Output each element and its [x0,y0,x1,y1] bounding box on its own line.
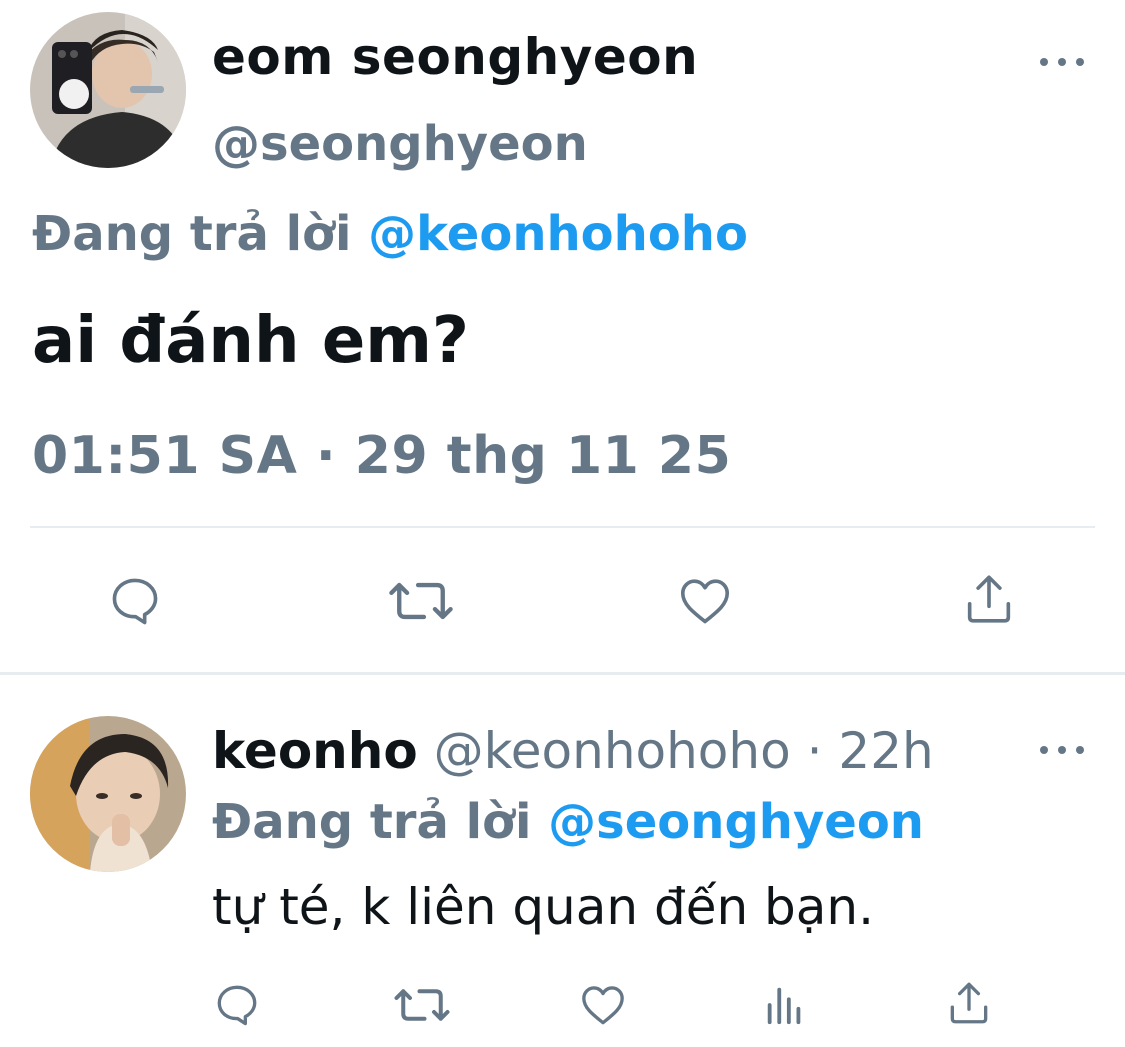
share-icon[interactable] [944,978,994,1028]
retweet-icon[interactable] [386,572,456,630]
replying-to-line: Đang trả lời @seonghyeon [212,794,924,850]
author-handle[interactable]: @seonghyeon [212,116,588,172]
reply-author-name[interactable]: keonho [212,722,418,780]
like-icon[interactable] [676,572,734,630]
analytics-icon[interactable] [762,982,808,1028]
like-icon[interactable] [578,980,628,1030]
reply-author-avatar[interactable] [30,716,186,872]
replying-prefix: Đang trả lời [32,206,352,262]
more-options-icon[interactable] [1040,52,1084,72]
reply-tweet-text: tự té, k liên quan đến bạn. [212,878,875,936]
reply-author-handle[interactable]: @keonhohoho [434,722,791,780]
replying-prefix: Đang trả lời [212,794,532,850]
section-separator [0,672,1125,675]
share-icon[interactable] [960,570,1018,628]
tweet-text: ai đánh em? [32,304,470,378]
tweet-timestamp[interactable]: 01:51 SA · 29 thg 11 25 [32,426,731,486]
author-name[interactable]: eom seonghyeon [212,28,698,86]
header-separator: · [806,722,823,780]
author-avatar[interactable] [30,12,186,168]
reply-time-ago[interactable]: 22h [838,722,933,780]
more-options-icon[interactable] [1040,740,1084,760]
replying-to-line: Đang trả lời @keonhohoho [32,206,748,262]
replying-to-mention[interactable]: @keonhohoho [368,206,748,262]
avatar-photo [30,716,186,872]
replying-to-mention[interactable]: @seonghyeon [548,794,924,850]
reply-header: keonho @keonhohoho · 22h [212,722,934,780]
reply-icon[interactable] [106,572,164,630]
divider [30,526,1095,528]
retweet-icon[interactable] [392,980,452,1030]
avatar-photo [30,12,186,168]
reply-icon[interactable] [212,980,262,1030]
